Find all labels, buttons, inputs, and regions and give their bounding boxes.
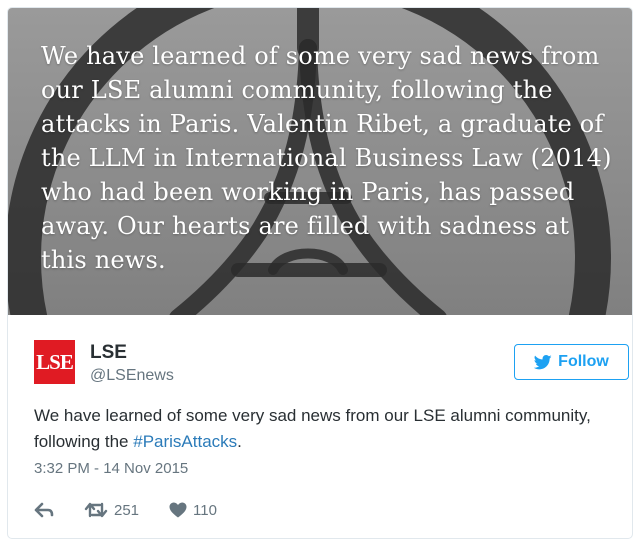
account-handle[interactable]: @LSEnews	[90, 367, 174, 385]
tweet-actions: 251 110	[34, 498, 334, 522]
twitter-bird-icon	[534, 354, 552, 369]
tweet-card: We have learned of some very sad news fr…	[7, 7, 633, 539]
image-caption-text: We have learned of some very sad news fr…	[41, 42, 612, 274]
reply-icon	[34, 502, 54, 518]
heart-icon	[169, 502, 187, 518]
retweet-button[interactable]: 251	[84, 498, 139, 522]
tweet-text: We have learned of some very sad news fr…	[34, 403, 604, 455]
retweet-count: 251	[114, 501, 140, 519]
tweet-text-body: We have learned of some very sad news fr…	[34, 406, 591, 451]
tweet-timestamp[interactable]: 3:32 PM - 14 Nov 2015	[34, 460, 188, 477]
reply-button[interactable]	[34, 498, 60, 522]
tweet-media-image[interactable]: We have learned of some very sad news fr…	[8, 8, 632, 315]
avatar-logo-text: LSE	[36, 349, 74, 374]
tweet-header: LSE LSE @LSEnews Follow	[34, 340, 629, 390]
follow-button-label: Follow	[558, 353, 609, 370]
tweet-text-end: .	[237, 432, 242, 451]
hashtag-link[interactable]: #ParisAttacks	[133, 432, 237, 451]
retweet-icon	[84, 502, 108, 518]
like-count: 110	[193, 501, 217, 519]
follow-button[interactable]: Follow	[514, 344, 629, 380]
account-name[interactable]: LSE	[90, 342, 127, 364]
avatar[interactable]: LSE	[34, 340, 75, 384]
like-button[interactable]: 110	[169, 498, 217, 522]
